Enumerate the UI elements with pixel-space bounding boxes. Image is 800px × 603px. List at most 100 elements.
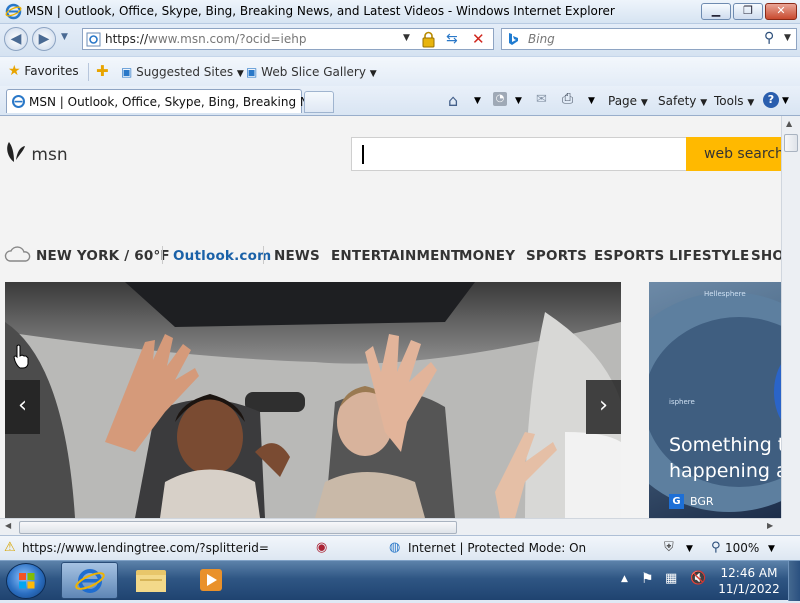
side-story-headline-line2[interactable]: happening at: [669, 460, 781, 482]
web-slice-gallery-button[interactable]: ▣ Web Slice Gallery ▼: [246, 65, 377, 79]
search-box[interactable]: Bing ⚲ ▼: [501, 28, 797, 50]
security-zone-text[interactable]: Internet | Protected Mode: On: [408, 541, 586, 555]
image-caption: Hellesphere: [704, 290, 746, 298]
address-bar[interactable]: https://www.msn.com/?ocid=iehp ▼ ⇆ ✕: [82, 28, 494, 50]
msn-butterfly-icon: [7, 142, 25, 162]
taskbar-explorer-button[interactable]: [122, 562, 179, 599]
nav-shopping[interactable]: SHO: [751, 248, 781, 264]
favorites-button[interactable]: ★ Favorites: [8, 63, 79, 79]
protected-mode-dropdown-icon[interactable]: ▼: [686, 544, 693, 554]
help-dropdown-icon[interactable]: ▼: [782, 96, 789, 106]
safety-menu[interactable]: Safety ▼: [658, 94, 707, 108]
new-tab-button[interactable]: [304, 91, 334, 113]
compatibility-refresh-icon[interactable]: ⇆: [446, 31, 458, 47]
address-dropdown-icon[interactable]: ▼: [403, 33, 410, 43]
lock-icon[interactable]: [421, 31, 436, 48]
back-button[interactable]: ◀: [4, 27, 28, 51]
page-icon: [86, 32, 101, 47]
show-desktop-button[interactable]: [788, 561, 800, 601]
stop-icon[interactable]: ✕: [472, 30, 485, 48]
hero-carousel-image[interactable]: ‹ ›: [5, 282, 621, 518]
nav-separator: [162, 246, 163, 264]
minimize-button[interactable]: ▁: [701, 3, 731, 20]
help-icon[interactable]: ?: [763, 92, 779, 108]
side-story-card[interactable]: Hellesphere isphere Something to happeni…: [649, 282, 781, 518]
nav-sports[interactable]: SPORTS: [526, 248, 587, 264]
read-mail-icon[interactable]: ✉: [536, 92, 547, 107]
horizontal-scrollbar[interactable]: ◀ ▶: [0, 518, 781, 535]
bgr-logo-icon: G: [669, 494, 684, 509]
feeds-dropdown-icon[interactable]: ▼: [515, 96, 522, 106]
clock-date: 11/1/2022: [718, 582, 780, 596]
chevron-right-icon: ›: [599, 393, 608, 418]
ie-logo-icon: [5, 3, 22, 20]
feeds-icon[interactable]: ◔: [493, 92, 507, 106]
scroll-left-icon[interactable]: ◀: [5, 521, 11, 530]
start-button[interactable]: [6, 563, 46, 599]
action-center-flag-icon[interactable]: ⚑: [641, 571, 654, 587]
maximize-button[interactable]: ❐: [733, 3, 763, 20]
page-viewport: msn web search NEW YORK / 60°F Outlook.c…: [0, 116, 781, 518]
web-search-button[interactable]: web search: [686, 137, 781, 171]
print-icon[interactable]: ⎙: [562, 91, 573, 107]
search-input[interactable]: Bing: [528, 32, 555, 46]
scroll-right-icon[interactable]: ▶: [767, 521, 773, 530]
horizontal-scroll-thumb[interactable]: [19, 521, 457, 534]
zoom-level[interactable]: 100%: [725, 541, 759, 555]
system-clock[interactable]: 12:46 AM 11/1/2022: [714, 565, 784, 597]
ie-tab-icon: [11, 94, 26, 109]
folder-icon: [136, 570, 166, 592]
close-button[interactable]: ✕: [765, 3, 797, 20]
nav-outlook[interactable]: Outlook.com: [173, 248, 271, 264]
taskbar-ie-button[interactable]: [61, 562, 118, 599]
protected-mode-icon[interactable]: ⛨: [664, 540, 674, 555]
forward-button[interactable]: ▶: [32, 27, 56, 51]
nav-entertainment[interactable]: ENTERTAINMENT: [331, 248, 460, 264]
search-icon[interactable]: ⚲: [764, 30, 774, 46]
warning-icon: ⚠: [4, 540, 16, 555]
add-to-favorites-bar-icon[interactable]: ✚: [96, 62, 109, 80]
vertical-scroll-thumb[interactable]: [784, 134, 798, 152]
print-dropdown-icon[interactable]: ▼: [588, 96, 595, 106]
text-caret: [362, 145, 364, 164]
carousel-next-button[interactable]: ›: [586, 380, 621, 434]
privacy-report-icon[interactable]: ◉: [316, 540, 327, 555]
home-dropdown-icon[interactable]: ▼: [474, 96, 481, 106]
favbar-divider: [88, 63, 89, 81]
search-dropdown-icon[interactable]: ▼: [784, 33, 791, 43]
msn-search-input[interactable]: [351, 137, 687, 171]
nav-news[interactable]: NEWS: [274, 248, 320, 264]
status-link-url: https://www.lendingtree.com/?splitterid=: [22, 541, 269, 555]
side-story-headline-line1[interactable]: Something to: [669, 434, 781, 456]
forward-arrow-icon: ▶: [38, 31, 50, 47]
zoom-icon[interactable]: ⚲: [711, 540, 721, 555]
nav-lifestyle[interactable]: LIFESTYLE: [669, 248, 749, 264]
page-menu[interactable]: Page ▼: [608, 94, 648, 108]
vertical-scrollbar[interactable]: ▲: [781, 116, 800, 518]
ie-logo-icon: [75, 569, 105, 593]
tools-menu[interactable]: Tools ▼: [714, 94, 754, 108]
zoom-dropdown-icon[interactable]: ▼: [768, 544, 775, 554]
tab-msn[interactable]: MSN | Outlook, Office, Skype, Bing, Brea…: [6, 89, 328, 113]
window-title: MSN | Outlook, Office, Skype, Bing, Brea…: [26, 4, 615, 18]
hero-photo: [5, 282, 621, 518]
tab-row: MSN | Outlook, Office, Skype, Bing, Brea…: [0, 86, 800, 116]
address-url[interactable]: https://www.msn.com/?ocid=iehp: [105, 32, 306, 46]
suggested-sites-button[interactable]: ▣ Suggested Sites ▼: [121, 65, 244, 79]
volume-muted-icon[interactable]: 🔇: [690, 571, 706, 586]
network-icon[interactable]: ▦: [665, 571, 677, 586]
home-icon[interactable]: ⌂: [448, 91, 458, 110]
show-hidden-icons-icon[interactable]: ▲: [621, 574, 628, 584]
recent-pages-dropdown-icon[interactable]: ▼: [61, 32, 68, 42]
taskbar-media-player-button[interactable]: [183, 562, 240, 599]
windows-logo-icon: [19, 573, 35, 589]
scroll-up-icon[interactable]: ▲: [786, 119, 792, 128]
nav-esports[interactable]: ESPORTS: [594, 248, 664, 264]
nav-money[interactable]: MONEY: [459, 248, 515, 264]
msn-logo[interactable]: msn: [4, 140, 68, 166]
weather-link[interactable]: NEW YORK / 60°F: [36, 248, 170, 264]
taskbar: ▲ ⚑ ▦ 🔇 12:46 AM 11/1/2022: [0, 560, 800, 601]
star-icon: ★: [8, 63, 21, 79]
carousel-prev-button[interactable]: ‹: [5, 380, 40, 434]
status-bar: ⚠ https://www.lendingtree.com/?splitteri…: [0, 535, 800, 560]
